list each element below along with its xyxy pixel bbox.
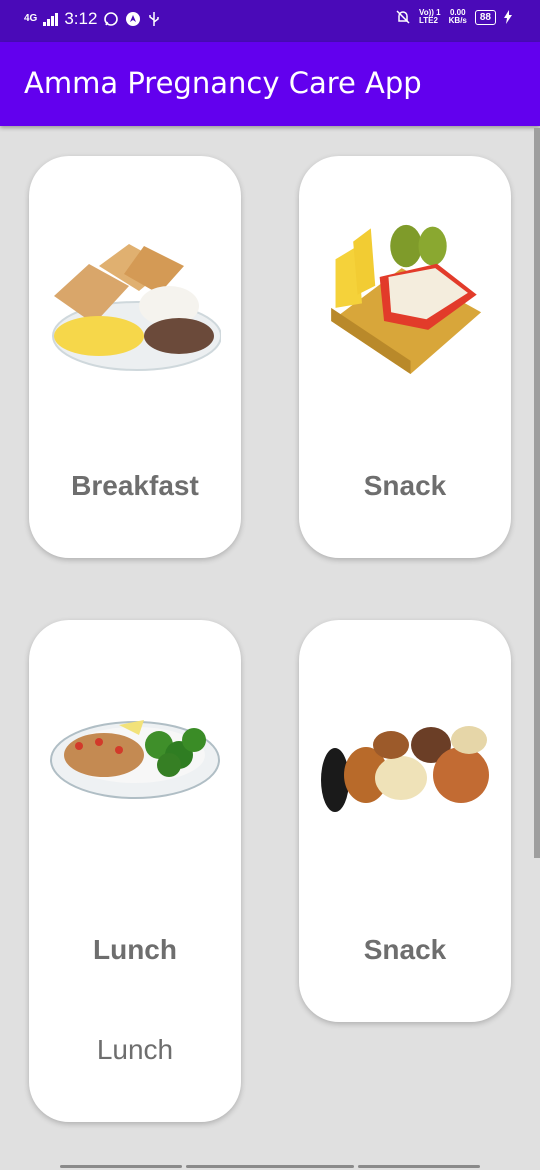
- usb-icon: [149, 12, 160, 26]
- status-bar: 4G 3:12 Vo)) 1 LTE2 0.00 KB/s 88: [0, 0, 540, 42]
- app-bar: Amma Pregnancy Care App: [0, 42, 540, 126]
- card-label: Lunch: [93, 934, 177, 965]
- volte-indicator: Vo)) 1 LTE2: [419, 8, 441, 25]
- gesture-nav-bar: [0, 1162, 540, 1170]
- lunch-image: [50, 720, 220, 799]
- network-type: 4G: [24, 13, 38, 24]
- battery-icon: 88: [474, 9, 496, 25]
- card-label: Snack: [363, 934, 447, 965]
- navigation-icon: [126, 12, 141, 26]
- breakfast-card[interactable]: Breakfast: [29, 156, 241, 558]
- clock: 3:12: [64, 9, 98, 28]
- card-label: Snack: [363, 470, 447, 501]
- snack-card-2[interactable]: Snack: [299, 620, 511, 1022]
- mute-notification-icon: [396, 10, 410, 24]
- charging-icon: [504, 10, 512, 24]
- snack-card-1[interactable]: Snack: [299, 156, 511, 558]
- card-label: Breakfast: [71, 470, 199, 501]
- signal-icon: [43, 12, 59, 26]
- scrollbar[interactable]: [534, 128, 540, 858]
- network-speed: 0.00 KB/s: [448, 8, 467, 25]
- breakfast-image: [52, 244, 221, 371]
- dry-fruits-image: [321, 726, 489, 812]
- lunch-card[interactable]: Lunch Lunch: [29, 620, 241, 1122]
- whatsapp-icon: [104, 12, 119, 26]
- card-sublabel: Lunch: [96, 1034, 174, 1065]
- cheese-snack-image: [331, 224, 482, 374]
- app-title: Amma Pregnancy Care App: [24, 66, 422, 100]
